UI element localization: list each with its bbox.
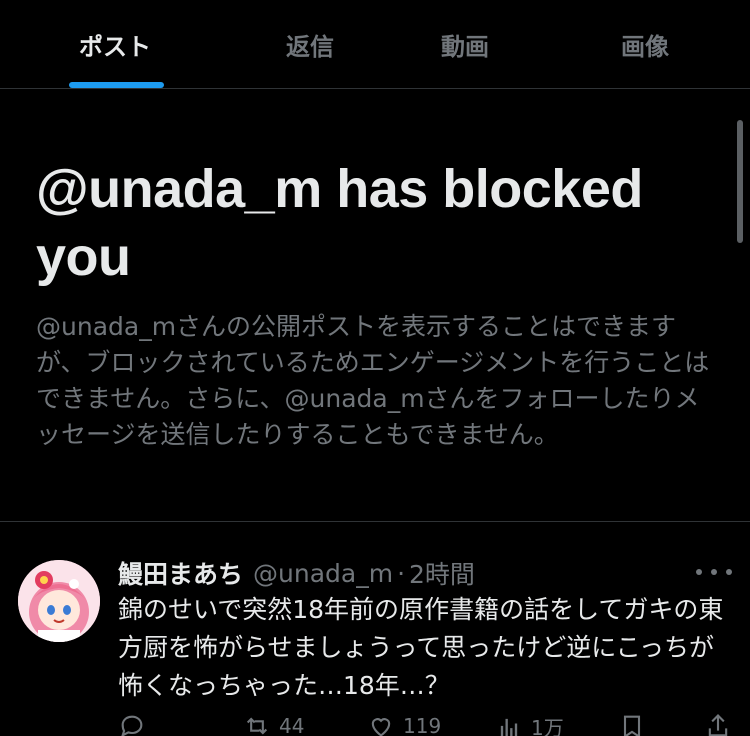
reply-icon <box>121 715 143 736</box>
tab-posts[interactable]: ポスト <box>40 0 190 88</box>
author-name[interactable]: 鰻田まあち <box>118 555 243 591</box>
repost-count: 44 <box>279 714 305 736</box>
like-button[interactable]: 119 <box>367 712 441 736</box>
more-options-icon[interactable] <box>696 562 732 582</box>
tab-replies[interactable]: 返信 <box>235 0 385 88</box>
blocked-title: @unada_m has blocked you <box>36 159 643 287</box>
views-button[interactable]: 1万 <box>495 712 564 736</box>
profile-tabs: ポスト 返信 動画 画像 <box>0 0 750 89</box>
heart-icon <box>371 718 391 736</box>
repost-icon <box>246 717 268 735</box>
tab-videos[interactable]: 動画 <box>390 0 540 88</box>
bookmark-button[interactable] <box>618 712 646 736</box>
bookmark-icon <box>623 715 641 736</box>
repost-button[interactable]: 44 <box>243 712 304 736</box>
share-button[interactable] <box>704 712 732 736</box>
divider <box>0 521 750 522</box>
post-header: 鰻田まあち @unada_m · 2時間 <box>118 553 475 593</box>
post-text: 錦のせいで突然18年前の原作書籍の話をしてガキの東方厨を怖がらせましょうって思っ… <box>118 595 724 700</box>
avatar-illustration <box>18 560 100 642</box>
post-actions: 44 119 1万 <box>0 712 750 736</box>
blocked-description: @unada_mさんの公開ポストを表示することはできますが、ブロックされているた… <box>36 312 710 449</box>
post-timestamp[interactable]: 2時間 <box>409 555 475 591</box>
active-tab-indicator <box>69 82 164 88</box>
scrollbar[interactable] <box>737 120 743 243</box>
separator: · <box>397 558 406 588</box>
views-count: 1万 <box>531 716 564 736</box>
views-chart-icon <box>500 718 518 736</box>
share-icon <box>708 714 728 736</box>
reply-button[interactable] <box>118 712 146 736</box>
author-handle[interactable]: @unada_m <box>253 559 393 588</box>
like-count: 119 <box>403 714 442 736</box>
avatar[interactable] <box>18 560 100 642</box>
tab-images[interactable]: 画像 <box>570 0 720 88</box>
